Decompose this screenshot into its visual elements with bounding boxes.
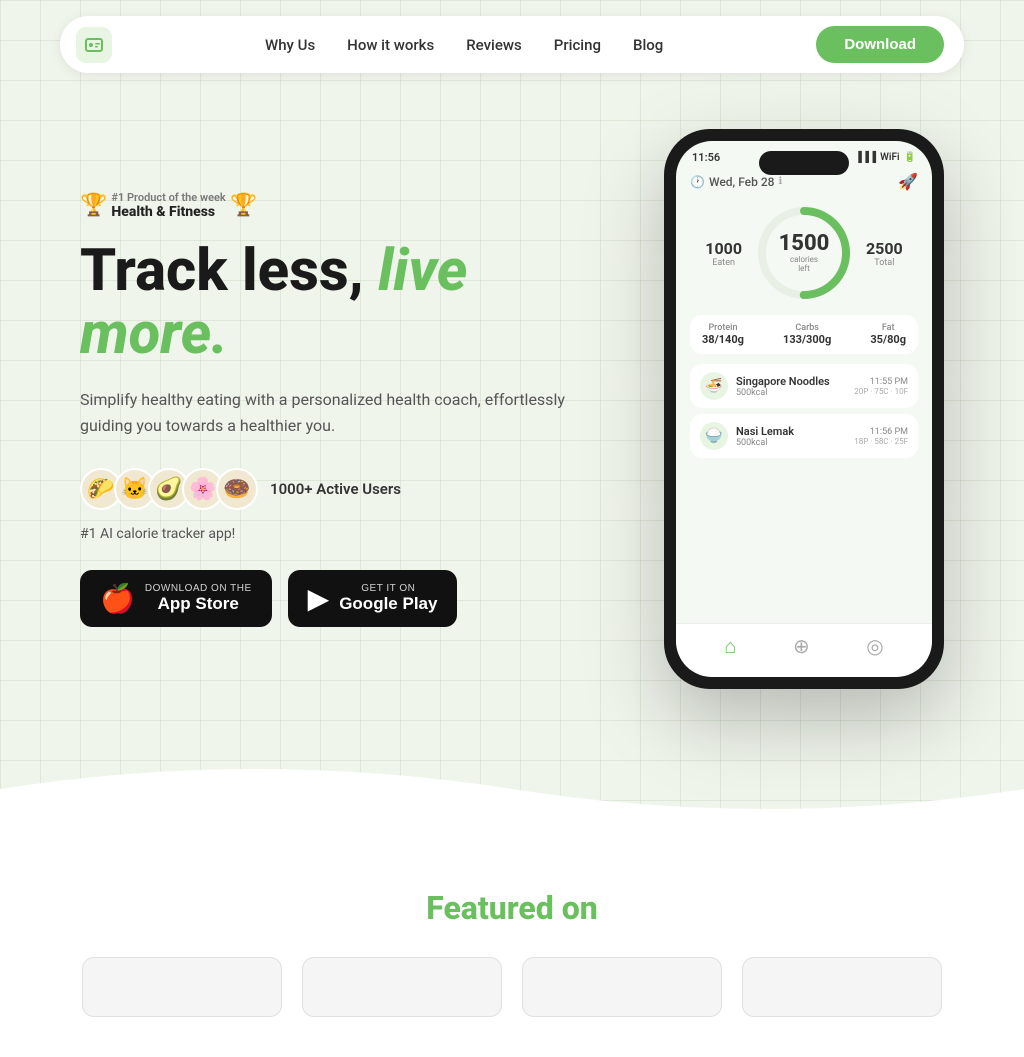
navigation: Why Us How it works Reviews Pricing Blog…: [60, 16, 964, 73]
food-left-2: 🍚 Nasi Lemak 500kcal: [700, 422, 794, 450]
calories-total: 2500 Total: [854, 239, 915, 268]
app-store-text: Download on the App Store: [145, 583, 252, 614]
date-label: 🕐 Wed, Feb 28 ℹ: [690, 175, 782, 189]
active-users-count: 1000+ Active Users: [270, 480, 401, 498]
wifi-icon: WiFi: [880, 152, 899, 163]
macro-fat: Fat 35/80g: [870, 323, 906, 346]
nav-reviews[interactable]: Reviews: [466, 36, 522, 54]
laurel-right-icon: 🏆: [230, 193, 257, 218]
hero-tagline: #1 AI calorie tracker app!: [80, 526, 580, 542]
food-item-2: 🍚 Nasi Lemak 500kcal 11:56 PM 18P · 58C …: [690, 414, 918, 458]
google-play-text: GET IT ON Google Play: [339, 583, 437, 614]
active-users-row: 🌮 🐱 🥑 🌸 🍩 1000+ Active Users: [80, 468, 580, 510]
avatar-5: 🍩: [216, 468, 258, 510]
logo[interactable]: [76, 27, 112, 63]
phone-mockup: 11:56 ▐▐▐ WiFi 🔋 🕐 Wed, Feb 28 ℹ: [664, 129, 944, 689]
profile-nav-icon: ◎: [866, 634, 883, 659]
wave-divider: [0, 749, 1024, 829]
laurel-wreath: 🏆 #1 Product of the week Health & Fitnes…: [80, 191, 257, 220]
food-left-1: 🍜 Singapore Noodles 500kcal: [700, 372, 830, 400]
store-buttons: 🍎 Download on the App Store ▶ GET IT ON …: [80, 570, 580, 627]
calories-left-center: 1500 caloriesleft: [779, 233, 830, 273]
hero-left: 🏆 #1 Product of the week Health & Fitnes…: [80, 191, 580, 628]
phone-content: 🕐 Wed, Feb 28 ℹ 🚀 1000 Eaten: [676, 164, 932, 466]
featured-logo-1: [82, 957, 282, 1017]
featured-logos: [80, 957, 944, 1017]
food-list: 🍜 Singapore Noodles 500kcal 11:55 PM 20P…: [690, 364, 918, 458]
nav-why-us[interactable]: Why Us: [265, 36, 315, 54]
featured-title: Featured on: [80, 889, 944, 927]
macros-row: Protein 38/140g Carbs 133/300g Fat 35/80…: [690, 315, 918, 354]
macro-protein: Protein 38/140g: [702, 323, 744, 346]
phone-time: 11:56: [692, 151, 720, 164]
food-emoji-1: 🍜: [700, 372, 728, 400]
logo-icon: [76, 27, 112, 63]
phone-frame: 11:56 ▐▐▐ WiFi 🔋 🕐 Wed, Feb 28 ℹ: [664, 129, 944, 689]
hero-description: Simplify healthy eating with a personali…: [80, 387, 580, 438]
macro-carbs: Carbs 133/300g: [783, 323, 831, 346]
play-icon: ▶: [308, 582, 330, 615]
signal-icon: ▐▐▐: [855, 152, 876, 163]
food-right-2: 11:56 PM 18P · 58C · 25F: [854, 427, 908, 446]
hero-section: 🏆 #1 Product of the week Health & Fitnes…: [0, 89, 1024, 749]
google-play-button[interactable]: ▶ GET IT ON Google Play: [288, 570, 458, 627]
food-right-1: 11:55 PM 20P · 75C · 10F: [854, 377, 908, 396]
nav-how-it-works[interactable]: How it works: [347, 36, 434, 54]
calories-eaten: 1000 Eaten: [693, 239, 754, 268]
nav-pricing[interactable]: Pricing: [554, 36, 601, 54]
phone-screen: 11:56 ▐▐▐ WiFi 🔋 🕐 Wed, Feb 28 ℹ: [676, 141, 932, 677]
badge-number: #1 Product of the week: [111, 191, 225, 204]
featured-logo-2: [302, 957, 502, 1017]
featured-section: Featured on: [0, 829, 1024, 1057]
battery-icon: 🔋: [904, 152, 916, 163]
phone-bottom-nav: ⌂ ⊕ ◎: [676, 623, 932, 677]
app-store-button[interactable]: 🍎 Download on the App Store: [80, 570, 272, 627]
featured-logo-3: [522, 957, 722, 1017]
status-icons: ▐▐▐ WiFi 🔋: [855, 152, 916, 163]
clock-icon: 🕐: [690, 175, 705, 189]
apple-icon: 🍎: [100, 582, 135, 615]
add-nav-icon: ⊕: [793, 634, 810, 659]
info-icon: ℹ: [778, 176, 782, 187]
nav-download-button[interactable]: Download: [816, 26, 944, 63]
calories-circle: 1500 caloriesleft: [754, 203, 854, 303]
food-info-1: Singapore Noodles 500kcal: [736, 375, 830, 398]
hero-headline: Track less, live more.: [80, 240, 580, 368]
food-emoji-2: 🍚: [700, 422, 728, 450]
food-item-1: 🍜 Singapore Noodles 500kcal 11:55 PM 20P…: [690, 364, 918, 408]
laurel-left-icon: 🏆: [80, 193, 107, 218]
user-avatars: 🌮 🐱 🥑 🌸 🍩: [80, 468, 258, 510]
featured-logo-4: [742, 957, 942, 1017]
badge-category: Health & Fitness: [111, 204, 225, 220]
nav-blog[interactable]: Blog: [633, 36, 663, 54]
nav-links: Why Us How it works Reviews Pricing Blog: [265, 35, 663, 54]
calories-display: 1000 Eaten 1500 caloriesleft: [690, 203, 918, 303]
product-badge: 🏆 #1 Product of the week Health & Fitnes…: [80, 191, 580, 220]
home-nav-icon: ⌂: [724, 634, 736, 659]
food-info-2: Nasi Lemak 500kcal: [736, 425, 794, 448]
phone-notch: [759, 151, 849, 175]
rocket-icon: 🚀: [898, 172, 918, 191]
